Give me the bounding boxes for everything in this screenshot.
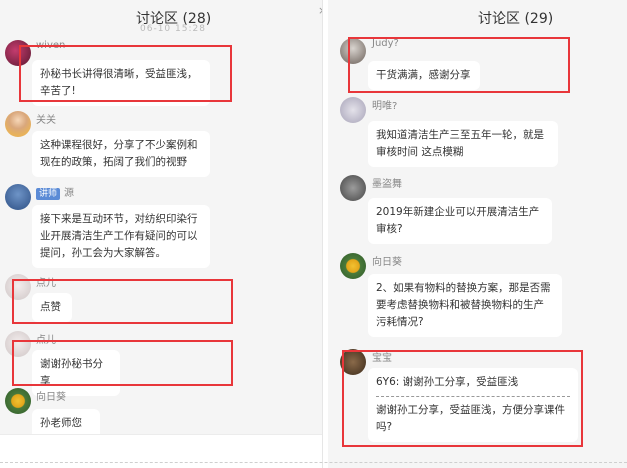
- username: 墨盗舞: [372, 179, 402, 190]
- discussion-panel-right: 讨论区 (29) Judy? 干货满满，感谢分享 明唯? 我知道清洁生产三至五年…: [328, 0, 627, 468]
- message-bubble: 这种课程很好，分享了不少案例和现在的政策，拓阔了我们的视野: [32, 131, 210, 177]
- avatar[interactable]: [340, 253, 366, 279]
- username: 源: [64, 188, 75, 199]
- username: 明唯?: [372, 101, 398, 112]
- reply-text: 谢谢孙工分享，受益匪浅，方便分享课件吗?: [376, 404, 565, 433]
- username-row: 讲师源: [36, 184, 74, 200]
- avatar[interactable]: [340, 97, 366, 123]
- username: 向日葵: [372, 257, 402, 268]
- avatar[interactable]: [5, 331, 31, 357]
- username: Judy?: [372, 38, 399, 49]
- message-bubble: 2019年新建企业可以开展清洁生产审核?: [368, 198, 552, 244]
- message-bubble: 点赞: [32, 293, 72, 322]
- message-bubble: 孙秘书长讲得很清晰，受益匪浅，辛苦了!: [32, 60, 210, 106]
- message-bubble: 接下来是互动环节，对纺织印染行业开展清洁生产工作有疑问的可以提问，孙工会为大家解…: [32, 205, 210, 268]
- message-bubble: 我知道清洁生产三至五年一轮，就是审核时间 这点模糊: [368, 121, 558, 167]
- avatar[interactable]: [5, 388, 31, 414]
- avatar[interactable]: [340, 175, 366, 201]
- username: wiven: [36, 40, 66, 51]
- username: 关关: [36, 115, 56, 126]
- avatar[interactable]: [5, 184, 31, 210]
- message-bubble-with-quote: 6Y6: 谢谢孙工分享，受益匪浅 谢谢孙工分享，受益匪浅，方便分享课件吗?: [368, 368, 578, 442]
- username: 点儿: [36, 335, 56, 346]
- discussion-panel-left: 讨论区 (28) 06-10 15:28 wiven 孙秘书长讲得很清晰，受益匪…: [0, 0, 322, 468]
- lecturer-badge: 讲师: [36, 188, 61, 200]
- quote-divider: [376, 396, 570, 397]
- avatar[interactable]: [5, 40, 31, 66]
- avatar[interactable]: [340, 349, 366, 375]
- username: 宝宝: [372, 353, 392, 364]
- message-bubble: 2、如果有物料的替换方案，那是否需要考虑替换物料和被替换物料的生产污耗情况?: [368, 274, 562, 337]
- message-bubble: 干货满满，感谢分享: [368, 61, 480, 90]
- bottom-border: [0, 462, 627, 463]
- quoted-message: 6Y6: 谢谢孙工分享，受益匪浅: [376, 376, 519, 388]
- timestamp: 06-10 15:28: [140, 24, 206, 34]
- avatar[interactable]: [5, 111, 31, 137]
- username: 向日葵: [36, 392, 66, 403]
- username: 点儿: [36, 278, 56, 289]
- discussion-title: 讨论区 (29): [478, 11, 554, 27]
- avatar[interactable]: [5, 274, 31, 300]
- avatar[interactable]: [340, 38, 366, 64]
